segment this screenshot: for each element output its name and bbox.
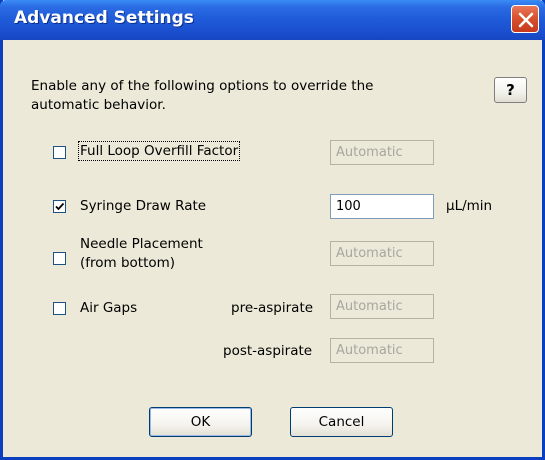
full-loop-field[interactable]: Automatic: [330, 140, 434, 165]
needle-placement-sublabel: (from bottom): [80, 255, 176, 271]
close-button[interactable]: [511, 5, 539, 33]
pre-aspirate-label: pre-aspirate: [231, 300, 314, 316]
checkmark-icon: [55, 202, 65, 211]
syringe-draw-rate-input[interactable]: 100: [330, 194, 434, 219]
intro-text: Enable any of the following options to o…: [31, 78, 374, 113]
advanced-settings-dialog: Advanced Settings Enable any of the foll…: [0, 0, 545, 460]
full-loop-label: Full Loop Overfill Factor: [77, 141, 241, 161]
syringe-draw-rate-label: Syringe Draw Rate: [80, 198, 207, 214]
needle-placement-field[interactable]: Automatic: [330, 241, 434, 266]
full-loop-checkbox[interactable]: [53, 146, 66, 159]
syringe-draw-rate-unit: µL/min: [446, 198, 493, 214]
ok-button[interactable]: OK: [149, 407, 252, 437]
air-gaps-label: Air Gaps: [80, 300, 138, 316]
window-title: Advanced Settings: [14, 8, 194, 28]
close-icon: [518, 12, 534, 28]
needle-placement-checkbox[interactable]: [53, 252, 66, 265]
help-button[interactable]: ?: [494, 77, 527, 103]
syringe-draw-rate-checkbox[interactable]: [53, 200, 66, 213]
cancel-button[interactable]: Cancel: [290, 407, 393, 437]
post-aspirate-field[interactable]: Automatic: [330, 338, 434, 363]
post-aspirate-label: post-aspirate: [223, 343, 313, 359]
title-bar[interactable]: Advanced Settings: [0, 0, 545, 40]
pre-aspirate-field[interactable]: Automatic: [330, 294, 434, 319]
needle-placement-label: Needle Placement: [80, 236, 203, 252]
air-gaps-checkbox[interactable]: [53, 302, 66, 315]
